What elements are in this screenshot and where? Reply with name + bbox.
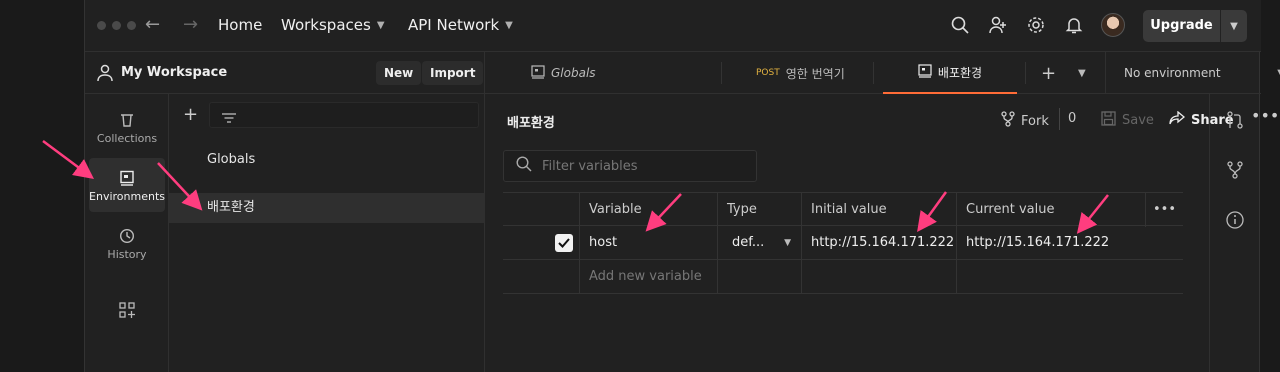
workspace-header: My Workspace New Import: [85, 52, 485, 94]
tab-bar: Globals POST 영한 번역기 배포환경 + ▼ No environm…: [485, 52, 1280, 94]
column-header-variable: Variable: [579, 193, 717, 227]
environment-icon: [531, 64, 545, 82]
fork-count: 0: [1068, 111, 1077, 126]
tab-label: 영한 번역기: [785, 66, 845, 81]
environment-icon: [918, 63, 932, 81]
environment-icon: [89, 166, 165, 190]
nav-home[interactable]: Home: [218, 16, 262, 34]
import-button[interactable]: Import: [422, 61, 484, 85]
share-icon: [1169, 110, 1186, 129]
settings-icon[interactable]: [1025, 14, 1047, 36]
list-toolbar: +: [169, 102, 485, 130]
filter-variables-input[interactable]: Filter variables: [503, 150, 757, 182]
chevron-down-icon[interactable]: ▼: [1078, 52, 1086, 94]
info-icon[interactable]: [1225, 210, 1247, 232]
new-button[interactable]: New: [376, 61, 422, 85]
fork-button[interactable]: Fork: [1001, 111, 1049, 131]
back-arrow-icon[interactable]: ←: [145, 14, 160, 35]
chevron-down-icon[interactable]: ▼: [1221, 21, 1247, 32]
nav-api-network-label: API Network: [408, 16, 500, 34]
list-item-deploy-env[interactable]: 배포환경: [169, 193, 485, 223]
notification-icon[interactable]: [1063, 14, 1085, 36]
nav-workspaces[interactable]: Workspaces ▼: [281, 16, 385, 34]
environment-selector-value: No environment: [1124, 66, 1221, 80]
invite-user-icon[interactable]: [987, 14, 1009, 36]
environment-editor: 배포환경 Fork 0 Save Share ••• Filter variab…: [485, 94, 1279, 372]
save-label: Save: [1122, 113, 1154, 128]
save-button[interactable]: Save: [1101, 111, 1154, 130]
empty-cell: [717, 260, 801, 294]
list-item-globals[interactable]: Globals: [169, 145, 485, 175]
avatar[interactable]: [1101, 13, 1125, 37]
enable-checkbox[interactable]: [555, 234, 573, 252]
column-header-initial-value: Initial value: [801, 193, 956, 227]
sidebar-item-label: Environments: [89, 190, 165, 203]
sidebar-item-label: History: [107, 248, 147, 261]
right-sidebar: [1209, 94, 1261, 372]
window-controls[interactable]: [97, 21, 136, 30]
sidebar-item-apps[interactable]: [89, 290, 165, 344]
tab-label: Globals: [551, 66, 596, 80]
search-icon[interactable]: [949, 14, 971, 36]
sidebar-item-environments[interactable]: Environments: [89, 158, 165, 212]
history-icon: [89, 224, 165, 248]
list-filter-input[interactable]: [209, 102, 479, 128]
table-row: host def... ▼ http://15.164.171.222 http…: [503, 226, 1183, 260]
forward-arrow-icon[interactable]: →: [183, 14, 198, 35]
trash-icon: [89, 108, 165, 132]
sidebar-item-label: Collections: [96, 132, 158, 145]
tab-label: 배포환경: [937, 65, 983, 80]
fork-label: Fork: [1021, 113, 1049, 129]
filter-lines-icon: [222, 109, 236, 128]
add-tab-icon[interactable]: +: [1041, 52, 1056, 94]
environment-selector[interactable]: No environment ▼: [1105, 52, 1280, 94]
save-icon: [1101, 111, 1116, 130]
nav-home-label: Home: [218, 16, 263, 34]
chevron-down-icon: ▼: [505, 19, 513, 31]
initial-value-cell[interactable]: http://15.164.171.222: [801, 226, 956, 260]
column-header-current-value: Current value: [956, 193, 1145, 227]
top-bar: ← → Home Workspaces ▼ API Network ▼ Upgrad…: [85, 0, 1261, 52]
add-icon[interactable]: +: [183, 104, 198, 125]
column-options-icon[interactable]: •••: [1145, 193, 1183, 227]
arrow-environments: [42, 139, 95, 179]
sidebar-rail: Collections Environments History: [85, 94, 169, 372]
tab-globals[interactable]: Globals: [531, 52, 596, 94]
column-header-type: Type: [717, 193, 801, 227]
tab-deploy-env[interactable]: 배포환경: [883, 52, 1017, 94]
pull-request-icon[interactable]: [1225, 110, 1247, 132]
workspace-name[interactable]: My Workspace: [121, 65, 227, 80]
fork-icon: [1001, 111, 1015, 131]
tab-translator-request[interactable]: POST 영한 번역기: [756, 52, 845, 94]
sidebar-item-collections[interactable]: Collections: [89, 100, 165, 154]
current-value-cell[interactable]: http://15.164.171.222: [956, 226, 1145, 260]
type-value: def...: [732, 235, 765, 250]
filter-placeholder: Filter variables: [542, 158, 638, 174]
add-apps-icon: [89, 298, 165, 322]
upgrade-label: Upgrade: [1143, 10, 1221, 42]
nav-api-network[interactable]: API Network ▼: [408, 16, 513, 34]
page-title: 배포환경: [507, 116, 555, 131]
environment-list-pane: + Globals 배포환경: [169, 94, 485, 372]
table-row-add: Add new variable: [503, 260, 1183, 294]
postman-window: ← → Home Workspaces ▼ API Network ▼ Upgrad…: [84, 0, 1280, 372]
chevron-down-icon: ▼: [784, 238, 791, 248]
add-new-variable-input[interactable]: Add new variable: [579, 260, 717, 294]
empty-cell: [801, 260, 956, 294]
empty-cell: [956, 260, 1145, 294]
fork-icon[interactable]: [1225, 160, 1247, 182]
search-icon: [516, 156, 532, 176]
type-select[interactable]: def... ▼: [717, 226, 801, 260]
upgrade-button[interactable]: Upgrade ▼: [1143, 10, 1247, 42]
variable-name-cell[interactable]: host: [579, 226, 717, 260]
nav-workspaces-label: Workspaces: [281, 16, 371, 34]
method-badge: POST: [756, 68, 780, 78]
user-icon: [97, 64, 113, 86]
chevron-down-icon: ▼: [376, 19, 385, 31]
sidebar-item-history[interactable]: History: [89, 216, 165, 270]
table-header: Variable Type Initial value Current valu…: [503, 192, 1183, 227]
